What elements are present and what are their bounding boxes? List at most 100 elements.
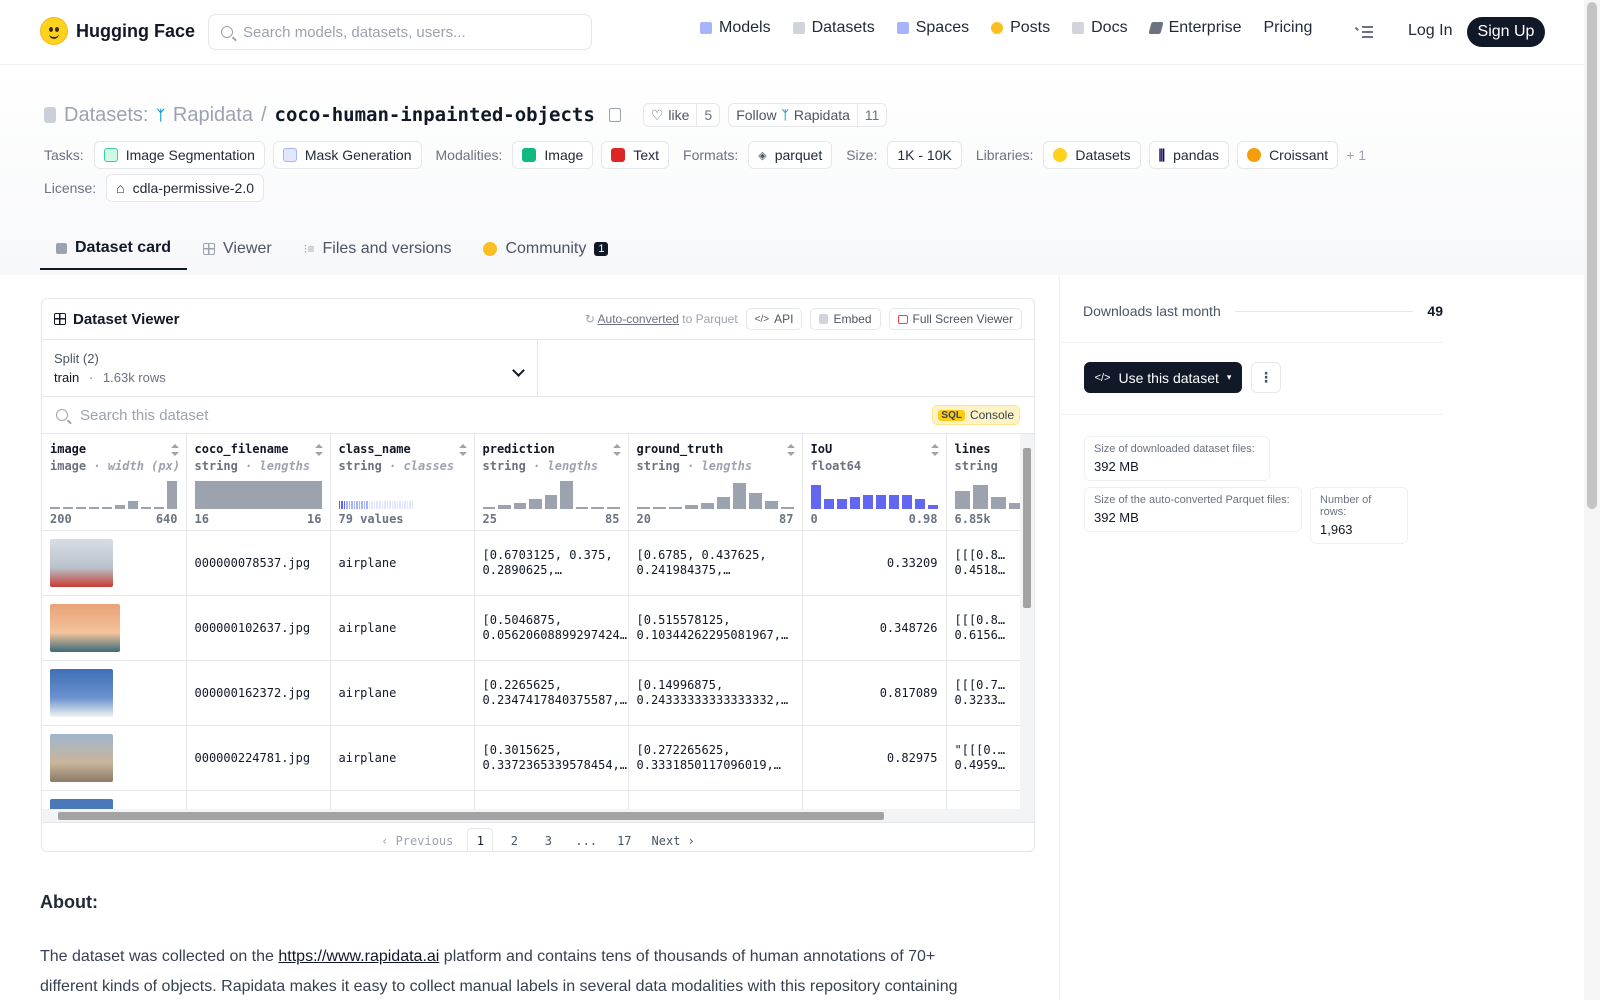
cell-prediction[interactable]: [0.2265625, 0.2347417840375587,… (474, 660, 629, 726)
horizontal-scrollbar[interactable] (42, 809, 1034, 823)
tag-croissant[interactable]: Croissant (1237, 141, 1339, 169)
cell-ground-truth[interactable]: [0.14996875, 0.24333333333333332,… (628, 660, 803, 726)
embed-button[interactable]: Embed (810, 308, 881, 330)
table-row[interactable]: 000000078537.jpg airplane [0.6703125, 0.37… (42, 530, 1034, 596)
column-header-image[interactable]: image image · width (px) 200 640 (42, 434, 187, 531)
column-header-prediction[interactable]: prediction string · lengths 25 85 (474, 434, 629, 531)
cell-image[interactable] (42, 530, 187, 596)
full-screen-viewer-button[interactable]: Full Screen Viewer (888, 308, 1022, 330)
follow-button[interactable]: Follow ᛉ Rapidata 11 (728, 103, 888, 127)
column-header-class_name[interactable]: class_name string · classes 79 values (330, 434, 475, 531)
tag-size[interactable]: 1K - 10K (887, 141, 962, 169)
cell-coco-filename[interactable]: 000000078537.jpg (186, 530, 331, 596)
table-row[interactable] (42, 790, 1034, 809)
table-row[interactable]: 000000224781.jpg airplane [0.3015625, 0.33… (42, 725, 1034, 791)
cell-class-name[interactable]: airplane (330, 725, 475, 791)
sort-icon[interactable] (612, 444, 621, 456)
sort-icon[interactable] (314, 444, 323, 456)
nav-spaces[interactable]: Spaces (896, 19, 969, 37)
nav-datasets[interactable]: Datasets (792, 19, 875, 37)
tag-mask-generation[interactable]: Mask Generation (272, 141, 422, 169)
column-header-coco_filename[interactable]: coco_filename string · lengths 16 16 (186, 434, 331, 531)
image-thumbnail[interactable] (50, 798, 113, 809)
cell-iou[interactable]: 0.82975 (802, 725, 947, 791)
copy-icon[interactable] (608, 108, 621, 122)
cell-class-name[interactable]: airplane (330, 660, 475, 726)
tab-viewer[interactable]: Viewer (187, 228, 288, 270)
sql-console-button[interactable]: SQL Console (932, 405, 1020, 425)
tag-license[interactable]: ⌂ cdla-permissive-2.0 (106, 174, 264, 202)
cell-image[interactable] (42, 725, 187, 791)
previous-page-button[interactable]: ‹ Previous (375, 828, 459, 851)
cell-prediction[interactable]: [0.6703125, 0.375, 0.2890625,… (474, 530, 629, 596)
page-scrollbar[interactable] (1584, 0, 1600, 1000)
cell-prediction[interactable]: [0.3015625, 0.3372365339578454,… (474, 725, 629, 791)
column-header-iou[interactable]: IoU float64 0 0.98 (802, 434, 947, 531)
tag-pandas[interactable]: ⫼ pandas (1148, 141, 1230, 169)
cell-prediction[interactable]: [0.5046875, 0.05620608899297424… (474, 595, 629, 661)
more-menu-icon[interactable] (1355, 26, 1373, 38)
image-thumbnail[interactable] (50, 733, 113, 782)
tab-community[interactable]: Community 1 (467, 228, 624, 270)
nav-posts[interactable]: Posts (991, 19, 1050, 37)
login-link[interactable]: Log In (1408, 22, 1452, 40)
image-thumbnail[interactable] (50, 603, 120, 652)
cell-image[interactable] (42, 595, 187, 661)
cell-image[interactable] (42, 790, 187, 809)
sort-icon[interactable] (170, 444, 179, 456)
nav-enterprise[interactable]: Enterprise (1147, 19, 1241, 37)
tag-image[interactable]: Image (512, 141, 594, 169)
cell-class-name[interactable]: airplane (330, 530, 475, 596)
cell-coco-filename[interactable]: 000000162372.jpg (186, 660, 331, 726)
rapidata-link[interactable]: https://www.rapidata.ai (278, 948, 439, 965)
auto-converted-link[interactable]: Auto-converted (598, 312, 679, 326)
search-input[interactable]: Search models, datasets, users... (208, 14, 592, 50)
api-button[interactable]: </> API (745, 308, 803, 330)
tag-parquet[interactable]: ◈ parquet (748, 141, 833, 169)
nav-pricing[interactable]: Pricing (1263, 19, 1312, 37)
sort-icon[interactable] (458, 444, 467, 456)
page-1-button[interactable]: 1 (467, 828, 494, 851)
owner-link[interactable]: Rapidata (173, 104, 253, 127)
cell-ground-truth[interactable]: [0.6785, 0.437625, 0.241984375,… (628, 530, 803, 596)
next-page-button[interactable]: Next › (646, 828, 701, 851)
tag-datasets-library[interactable]: Datasets (1043, 141, 1141, 169)
cell-coco-filename[interactable]: 000000102637.jpg (186, 595, 331, 661)
dataset-search-input[interactable]: Search this dataset SQL Console (42, 397, 1034, 434)
cell-ground-truth[interactable]: [0.515578125, 0.10344262295081967,… (628, 595, 803, 661)
more-options-button[interactable]: ⋮ (1251, 362, 1281, 393)
cell-iou[interactable]: 0.348726 (802, 595, 947, 661)
brand-logo[interactable]: Hugging Face (40, 17, 195, 45)
cell-class-name[interactable]: airplane (330, 595, 475, 661)
image-thumbnail[interactable] (50, 668, 113, 717)
dataset-name[interactable]: coco-human-inpainted-objects (275, 104, 595, 126)
cell-coco-filename[interactable]: 000000224781.jpg (186, 725, 331, 791)
tag-image-segmentation[interactable]: Image Segmentation (93, 141, 265, 169)
table-row[interactable]: 000000162372.jpg airplane [0.2265625, 0.23… (42, 660, 1034, 726)
vertical-scrollbar[interactable] (1020, 434, 1034, 809)
split-selector[interactable]: Split (2) train · 1.63k rows (42, 340, 538, 396)
cell-iou[interactable]: 0.817089 (802, 660, 947, 726)
column-histogram (810, 481, 938, 509)
cell-image[interactable] (42, 660, 187, 726)
datasets-section-link[interactable]: Datasets: (64, 104, 148, 127)
page-17-button[interactable]: 17 (611, 828, 637, 851)
page-2-button[interactable]: 2 (501, 828, 527, 851)
tag-text[interactable]: Text (601, 141, 670, 169)
like-button[interactable]: ♡ like 5 (642, 103, 721, 127)
column-header-ground_truth[interactable]: ground_truth string · lengths 20 87 (628, 434, 803, 531)
cell-ground-truth[interactable]: [0.272265625, 0.3331850117096019,… (628, 725, 803, 791)
sort-icon[interactable] (786, 444, 795, 456)
more-libraries[interactable]: + 1 (1346, 147, 1366, 163)
nav-docs[interactable]: Docs (1072, 19, 1128, 37)
table-row[interactable]: 000000102637.jpg airplane [0.5046875, 0.05… (42, 595, 1034, 661)
tab-dataset-card[interactable]: Dataset card (40, 228, 188, 270)
image-thumbnail[interactable] (50, 538, 113, 587)
nav-models[interactable]: Models (700, 19, 771, 37)
page-3-button[interactable]: 3 (535, 828, 561, 851)
sort-icon[interactable] (930, 444, 939, 456)
signup-button[interactable]: Sign Up (1467, 17, 1545, 47)
cell-iou[interactable]: 0.33209 (802, 530, 947, 596)
tab-files-and-versions[interactable]: ⁝≡ Files and versions (288, 228, 468, 270)
use-this-dataset-button[interactable]: </> Use this dataset ▾ (1084, 362, 1242, 393)
